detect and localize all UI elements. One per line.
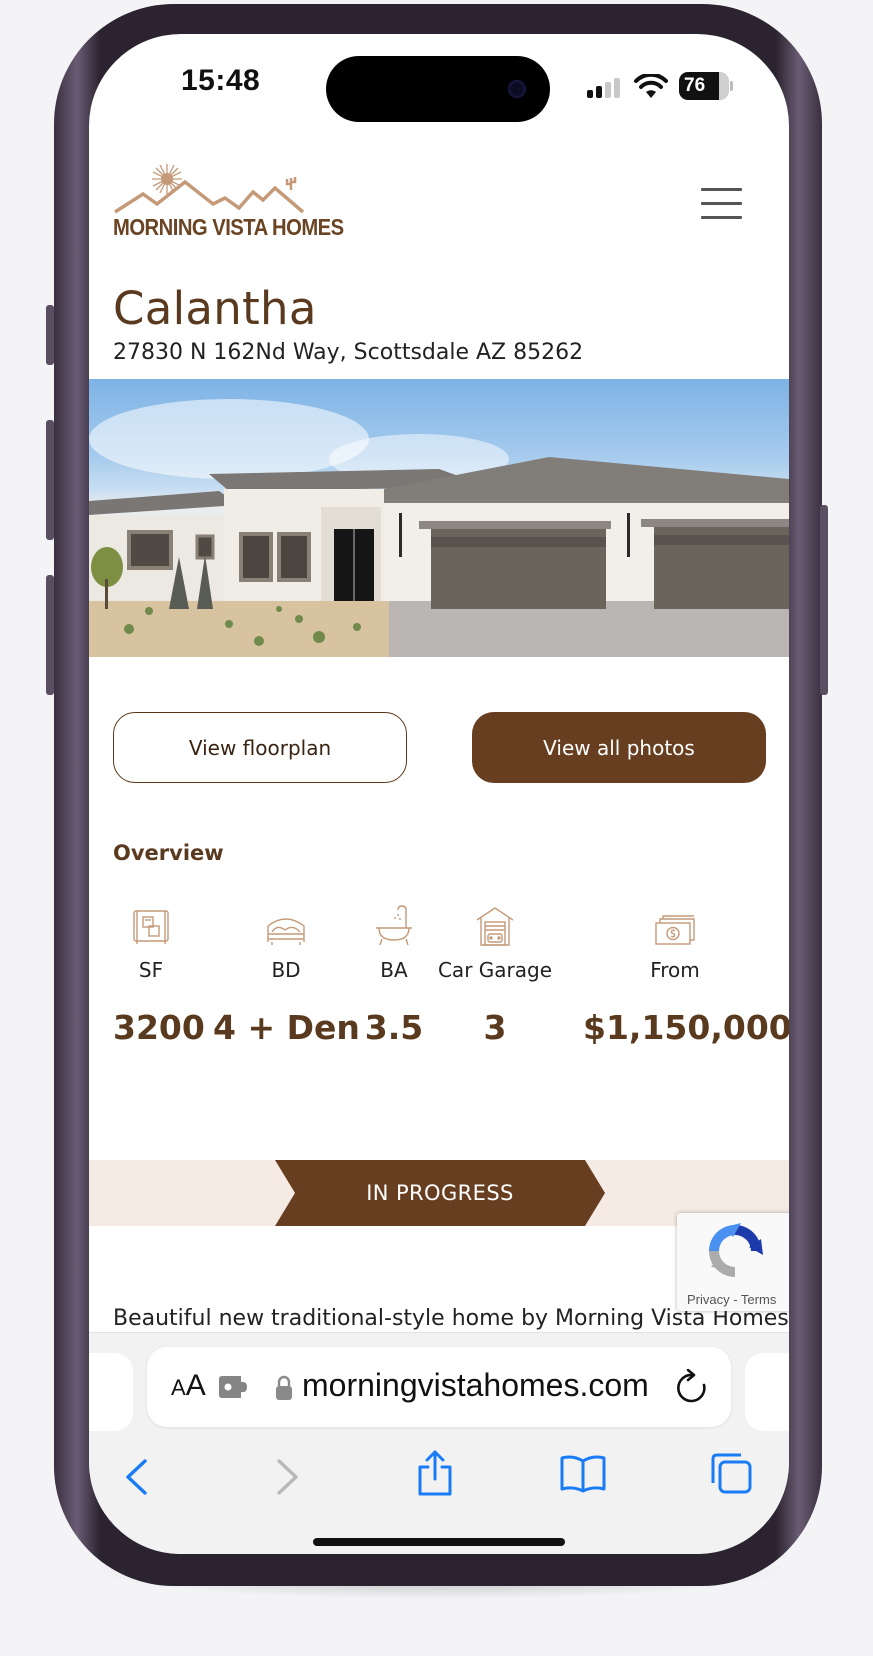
text-size-large-glyph: A bbox=[185, 1369, 206, 1402]
status-badge: IN PROGRESS bbox=[366, 1181, 514, 1205]
stat-label: Car Garage bbox=[437, 958, 553, 982]
view-floorplan-button[interactable]: View floorplan bbox=[113, 712, 407, 783]
recaptcha-privacy-terms-link[interactable]: Privacy - Terms bbox=[687, 1292, 776, 1307]
extension-puzzle-icon[interactable] bbox=[219, 1376, 251, 1398]
bathtub-icon bbox=[364, 902, 424, 946]
stat-label: BD bbox=[271, 958, 301, 982]
address-bar[interactable]: AA morningvistahomes.com bbox=[147, 1347, 731, 1427]
hamburger-menu-icon bbox=[701, 188, 742, 191]
dynamic-island bbox=[326, 56, 550, 122]
stat-value: 3200 bbox=[113, 1008, 205, 1047]
stat-value: 3.5 bbox=[364, 1008, 424, 1047]
action-button bbox=[46, 305, 54, 365]
listing-title: Calantha bbox=[113, 282, 317, 335]
tabs-button[interactable] bbox=[709, 1451, 753, 1495]
wifi-icon bbox=[634, 74, 668, 98]
stat-value: $1,150,000 bbox=[583, 1008, 789, 1047]
sun-mountains-cactus-logo-icon bbox=[114, 164, 305, 214]
menu-button[interactable] bbox=[701, 186, 743, 220]
recaptcha-icon bbox=[709, 1223, 763, 1277]
status-bar: 15:48 76 bbox=[89, 34, 789, 124]
browser-bottom-bar: AA morningvistahomes.com bbox=[89, 1332, 789, 1554]
logo-text: MORNING VISTA HOMES bbox=[113, 214, 344, 240]
volume-up-button bbox=[46, 420, 54, 540]
share-button[interactable] bbox=[416, 1449, 454, 1497]
bookmarks-button[interactable] bbox=[559, 1453, 607, 1493]
camera-icon bbox=[508, 80, 526, 98]
bed-icon bbox=[213, 902, 359, 946]
recaptcha-badge[interactable]: Privacy - Terms bbox=[677, 1213, 789, 1311]
battery-icon: 76 bbox=[679, 72, 729, 100]
stat-bd: BD 4 + Den bbox=[213, 902, 360, 1047]
stat-garage: Car Garage 3 bbox=[435, 902, 555, 1047]
house-photo bbox=[89, 399, 789, 657]
volume-down-button bbox=[46, 575, 54, 695]
battery-tip bbox=[730, 81, 733, 91]
reader-options-button[interactable]: AA bbox=[171, 1369, 206, 1403]
listing-address: 27830 N 162Nd Way, Scottsdale AZ 85262 bbox=[113, 340, 584, 365]
blueprint-icon bbox=[113, 902, 189, 946]
stat-label: BA bbox=[380, 958, 408, 982]
garage-icon bbox=[435, 902, 555, 946]
lock-icon bbox=[276, 1375, 292, 1400]
back-button[interactable] bbox=[123, 1457, 149, 1497]
stat-label: SF bbox=[138, 958, 164, 982]
forward-button[interactable] bbox=[275, 1457, 301, 1497]
home-indicator[interactable] bbox=[313, 1538, 565, 1546]
site-logo[interactable]: MORNING VISTA HOMES bbox=[113, 160, 344, 248]
text-size-small-glyph: A bbox=[171, 1375, 186, 1400]
battery-level: 76 bbox=[684, 75, 706, 96]
stat-ba: BA 3.5 bbox=[364, 902, 424, 1047]
stat-value: 4 + Den bbox=[213, 1008, 360, 1047]
overview-heading: Overview bbox=[113, 841, 224, 865]
previous-tab-preview[interactable] bbox=[89, 1353, 133, 1431]
stat-sf: SF 3200 bbox=[113, 902, 205, 1047]
cellular-signal-icon bbox=[587, 78, 620, 98]
power-button bbox=[820, 505, 828, 695]
phone-screen: 15:48 76 MORNING VISTA HOMES Calantha 27… bbox=[89, 34, 789, 1554]
stat-value: 3 bbox=[483, 1008, 507, 1047]
view-all-photos-button[interactable]: View all photos bbox=[472, 712, 766, 783]
money-icon bbox=[583, 902, 767, 946]
hero-image[interactable] bbox=[89, 379, 789, 657]
next-tab-preview[interactable] bbox=[745, 1353, 789, 1431]
clock: 15:48 bbox=[181, 64, 261, 97]
reload-icon[interactable] bbox=[675, 1369, 709, 1405]
stat-label: From bbox=[650, 958, 700, 982]
url-text[interactable]: morningvistahomes.com bbox=[302, 1367, 649, 1404]
stat-price: From $1,150,000 bbox=[583, 902, 789, 1047]
